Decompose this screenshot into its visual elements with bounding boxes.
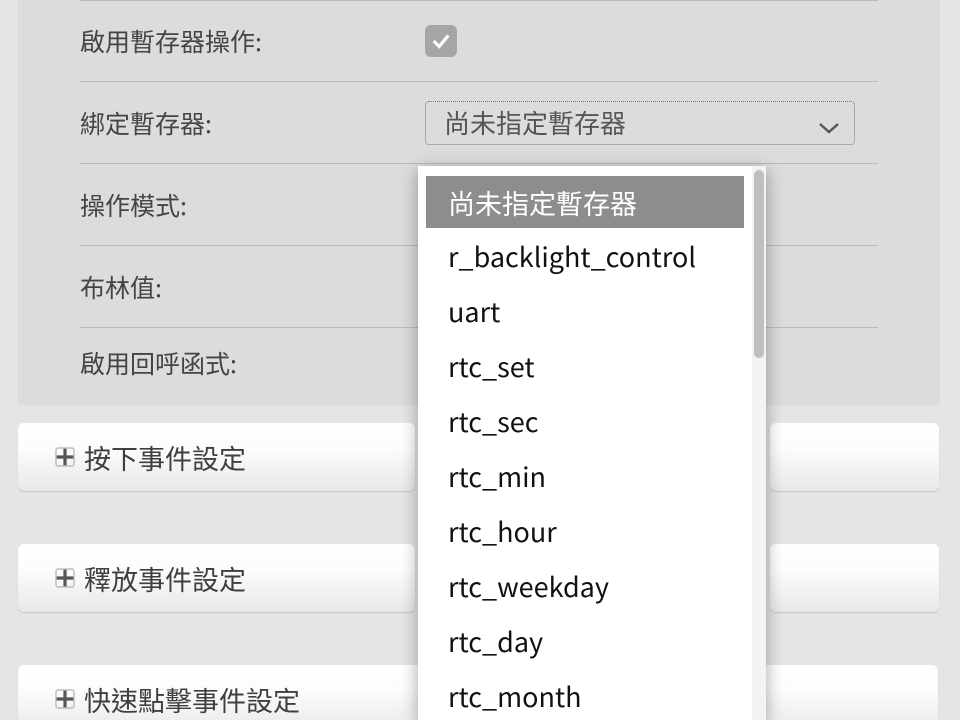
label-operation-mode: 操作模式: bbox=[80, 187, 425, 223]
label-boolean-value: 布林值: bbox=[80, 269, 425, 305]
plus-icon bbox=[54, 688, 76, 710]
label-enable-register-ops: 啟用暫存器操作: bbox=[80, 23, 425, 59]
accordion-release-label: 釋放事件設定 bbox=[84, 559, 246, 598]
accordion-press-event-right[interactable] bbox=[770, 423, 939, 491]
accordion-release-event-right[interactable] bbox=[770, 544, 939, 612]
list-item[interactable]: 尚未指定暫存器 bbox=[426, 176, 744, 228]
accordion-fastclick-label: 快速點擊事件設定 bbox=[84, 680, 300, 719]
list-item[interactable]: rtc_month bbox=[418, 668, 752, 720]
combo-bind-register-text: 尚未指定暫存器 bbox=[444, 104, 626, 141]
list-item[interactable]: rtc_hour bbox=[418, 503, 752, 558]
list-item[interactable]: rtc_sec bbox=[418, 393, 752, 448]
label-bind-register: 綁定暫存器: bbox=[80, 105, 425, 141]
list-item[interactable]: rtc_set bbox=[418, 338, 752, 393]
scrollbar[interactable] bbox=[752, 166, 766, 720]
accordion-press-event[interactable]: 按下事件設定 bbox=[18, 423, 415, 491]
plus-icon bbox=[54, 446, 76, 468]
list-item[interactable]: rtc_weekday bbox=[418, 558, 752, 613]
list-item[interactable]: rtc_day bbox=[418, 613, 752, 668]
bind-register-listbox: 尚未指定暫存器 r_backlight_control uart rtc_set… bbox=[418, 166, 766, 720]
checkbox-enable-register-ops[interactable] bbox=[425, 25, 457, 57]
accordion-press-label: 按下事件設定 bbox=[84, 438, 246, 477]
list-item[interactable]: rtc_min bbox=[418, 448, 752, 503]
scrollbar-thumb[interactable] bbox=[754, 170, 764, 358]
plus-icon bbox=[54, 567, 76, 589]
label-enable-callback: 啟用回呼函式: bbox=[80, 345, 425, 381]
accordion-release-event[interactable]: 釋放事件設定 bbox=[18, 544, 415, 612]
row-bind-register: 綁定暫存器: 尚未指定暫存器 bbox=[80, 82, 878, 164]
chevron-down-icon bbox=[818, 116, 840, 130]
row-enable-register-ops: 啟用暫存器操作: bbox=[80, 0, 878, 82]
combo-bind-register[interactable]: 尚未指定暫存器 bbox=[425, 101, 855, 145]
list-item[interactable]: uart bbox=[418, 283, 752, 338]
list-item[interactable]: r_backlight_control bbox=[418, 228, 752, 283]
bind-register-options[interactable]: 尚未指定暫存器 r_backlight_control uart rtc_set… bbox=[418, 166, 752, 720]
